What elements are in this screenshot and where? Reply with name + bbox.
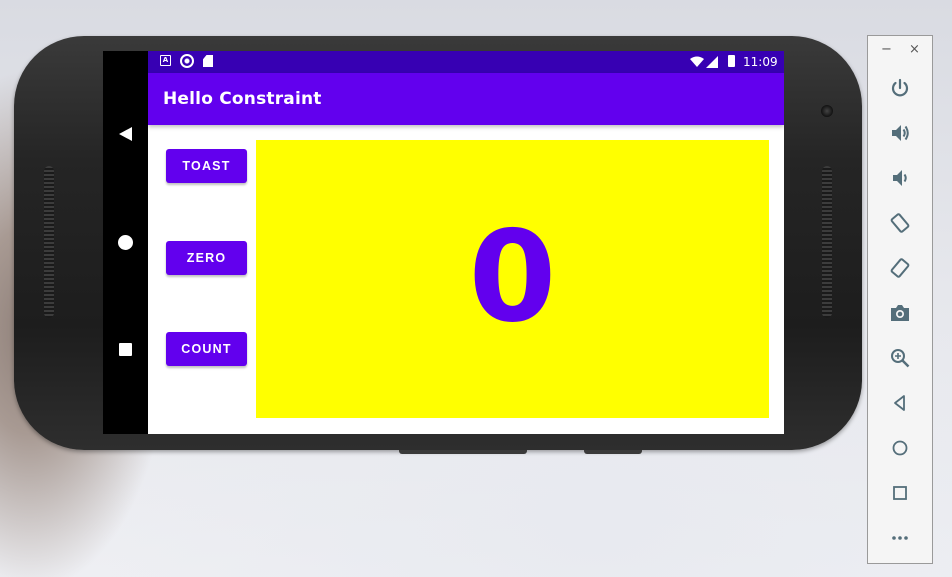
count-display: 0: [256, 140, 769, 418]
wifi-icon: [690, 56, 704, 67]
rotate-left-icon[interactable]: [889, 212, 911, 234]
emulator-toolbar: − ×: [867, 35, 933, 564]
front-camera: [821, 105, 833, 117]
back-icon[interactable]: [889, 392, 911, 414]
signal-icon: [706, 56, 718, 68]
navigation-bar: [103, 51, 148, 434]
rotate-right-icon[interactable]: [889, 257, 911, 279]
count-button[interactable]: COUNT: [166, 332, 247, 366]
camera-icon[interactable]: [889, 302, 911, 324]
app-title: Hello Constraint: [163, 89, 322, 109]
volume-down-icon[interactable]: [889, 167, 911, 189]
more-icon[interactable]: [889, 527, 911, 549]
device-screen: A 11:09 Hello Constraint TOAST ZERO COUN…: [103, 51, 784, 434]
hardware-button[interactable]: [399, 450, 527, 454]
sd-card-icon: [203, 55, 213, 67]
toast-button[interactable]: TOAST: [166, 149, 247, 183]
back-icon[interactable]: [119, 127, 132, 141]
zero-button[interactable]: ZERO: [166, 241, 247, 275]
speaker-grille-right: [822, 166, 832, 318]
app-bar: Hello Constraint: [148, 73, 784, 125]
recents-icon[interactable]: [119, 343, 132, 356]
hardware-button[interactable]: [584, 450, 642, 454]
count-value: 0: [468, 203, 557, 350]
close-button[interactable]: ×: [909, 42, 920, 57]
zoom-icon[interactable]: [889, 347, 911, 369]
speaker-grille-left: [44, 166, 54, 318]
status-time: 11:09: [743, 55, 778, 69]
circle-notification-icon: [180, 54, 194, 68]
overview-icon[interactable]: [889, 482, 911, 504]
power-icon[interactable]: [889, 77, 911, 99]
home-icon[interactable]: [118, 235, 133, 250]
status-bar: A 11:09: [148, 51, 784, 73]
a-notification-icon: A: [160, 55, 171, 66]
volume-up-icon[interactable]: [889, 122, 911, 144]
battery-icon: [728, 55, 735, 67]
minimize-button[interactable]: −: [881, 42, 892, 57]
home-icon[interactable]: [889, 437, 911, 459]
